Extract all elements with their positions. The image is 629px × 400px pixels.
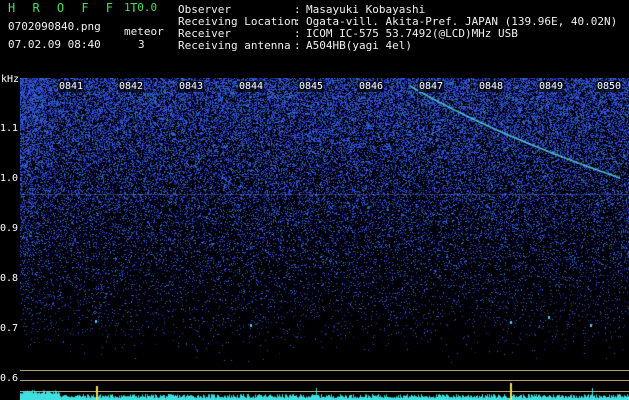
divider-line [20, 370, 629, 371]
time-tick-label: 0850 [596, 81, 623, 92]
time-tick-label: 0846 [358, 81, 385, 92]
y-tick-label: 0.9 [0, 223, 19, 234]
time-tick-label: 0843 [178, 81, 205, 92]
spectrogram-panel [20, 78, 629, 378]
antenna-value: A504HB(yagi 4el) [306, 39, 412, 52]
signal-trace [20, 382, 629, 400]
time-tick-label: 0845 [298, 81, 325, 92]
y-tick-label: 0.6 [0, 373, 19, 384]
time-tick-label: 0848 [478, 81, 505, 92]
divider-line [20, 380, 629, 381]
time-tick-label: 0842 [118, 81, 145, 92]
antenna-sep: : [294, 39, 301, 52]
y-tick-label: 0.8 [0, 273, 19, 284]
y-tick-label: 1.0 [0, 173, 19, 184]
spectrogram-image [20, 78, 629, 378]
app-version: 1.0.0 [124, 1, 158, 14]
date-time: 07.02.09 08:40 [8, 38, 101, 51]
time-tick-label: 0849 [538, 81, 565, 92]
time-tick-label: 0841 [58, 81, 85, 92]
antenna-label: Receiving antenna [178, 39, 291, 52]
y-unit-label: kHz [1, 74, 20, 85]
meteor-label: meteor [124, 25, 164, 38]
y-tick-label: 1.1 [0, 123, 19, 134]
file-name: 0702090840.png [8, 20, 101, 33]
y-tick-label: 0.7 [0, 323, 19, 334]
time-tick-label: 0847 [418, 81, 445, 92]
app-title: H R O F F T [8, 1, 143, 15]
time-tick-label: 0844 [238, 81, 265, 92]
meteor-count: 3 [138, 38, 145, 51]
